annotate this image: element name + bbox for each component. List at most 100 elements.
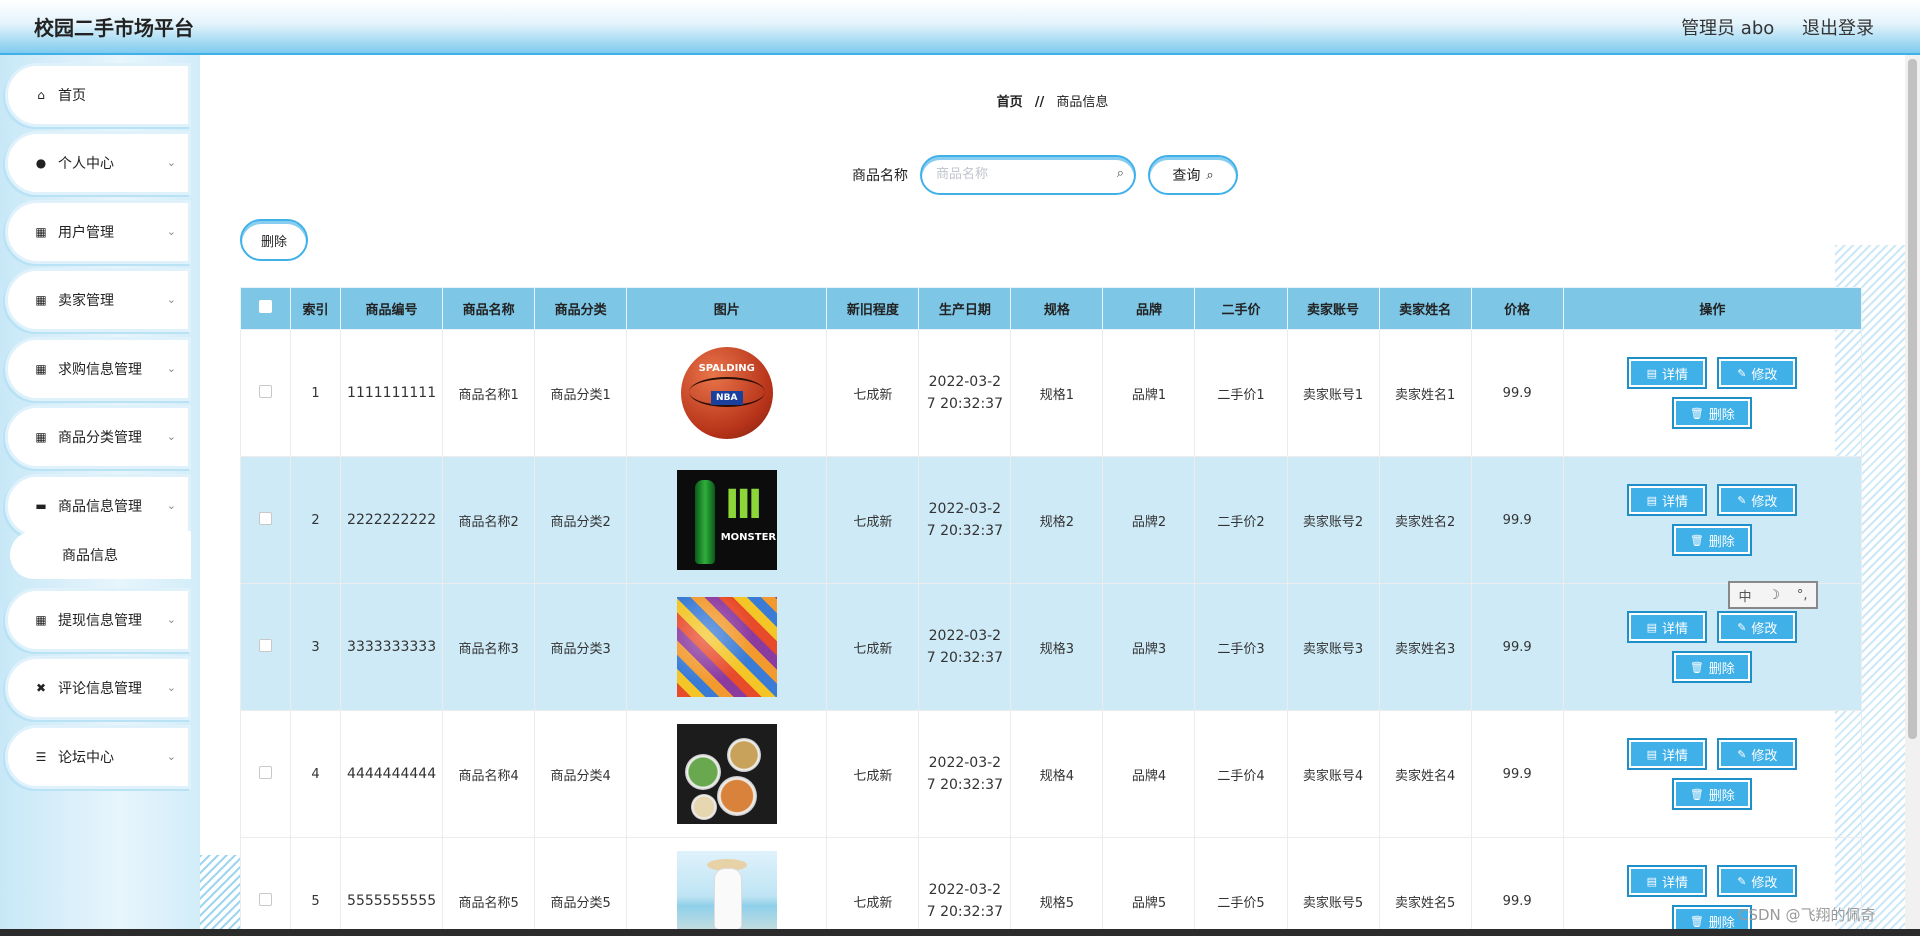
- watermark: CSDN @飞翔的佩奇: [1738, 906, 1876, 924]
- column-header: 品牌: [1102, 287, 1196, 330]
- date-value: 2022-03-27 20:32:37: [926, 374, 1003, 412]
- delete-label: 删除: [1708, 407, 1735, 423]
- sidebar-item-8[interactable]: ✖ 评论信息管理 ⌄: [5, 656, 191, 720]
- sidebar-item-label: 论坛中心: [58, 750, 114, 766]
- food-bowl: [690, 794, 717, 820]
- logout-link[interactable]: 退出登录: [1802, 18, 1874, 39]
- seller-account-value: 卖家账号2: [1302, 514, 1364, 530]
- query-button[interactable]: 查询 ⌕: [1148, 155, 1238, 195]
- sidebar-item-label: 个人中心: [58, 156, 114, 172]
- trash-icon: 🗑: [1689, 660, 1704, 674]
- edit-button[interactable]: ✎ 修改: [1717, 865, 1798, 897]
- sidebar-item-5[interactable]: ▦ 商品分类管理 ⌄: [5, 405, 191, 469]
- search-row: 商品名称 ⌕ 查询 ⌕: [852, 155, 1238, 195]
- scrollbar-thumb[interactable]: [1908, 59, 1917, 739]
- search-input[interactable]: [936, 157, 1106, 191]
- cell-seller-name: 卖家姓名2: [1378, 456, 1472, 584]
- ime-toolbar[interactable]: 中 ☽ °,: [1728, 581, 1818, 609]
- date-value: 2022-03-27 20:32:37: [926, 628, 1003, 666]
- pencil-icon: ✎: [1737, 747, 1747, 761]
- seller-name-value: 卖家姓名2: [1394, 514, 1456, 530]
- detail-button[interactable]: ▤ 详情: [1627, 611, 1708, 643]
- energy-drink-image[interactable]: Ⅲ MONSTER: [676, 470, 777, 570]
- column-header: 新旧程度: [826, 287, 920, 330]
- row-select-cell: [239, 329, 292, 457]
- sidebar-item-7[interactable]: ▦ 提现信息管理 ⌄: [5, 588, 191, 652]
- edit-button[interactable]: ✎ 修改: [1717, 484, 1798, 516]
- cell-condition: 七成新: [826, 329, 920, 457]
- sidebar-item-label: 商品信息管理: [58, 499, 142, 515]
- person-icon: ●: [35, 156, 47, 170]
- column-header: 商品分类: [534, 287, 628, 330]
- spec-value: 规格2: [1039, 514, 1075, 530]
- main-content: 首页 // 商品信息 商品名称 ⌕ 查询 ⌕ 删除 索引商品编号商品名称: [200, 55, 1905, 936]
- trash-icon: 🗑: [1689, 406, 1704, 420]
- edit-button[interactable]: ✎ 修改: [1717, 357, 1798, 389]
- sidebar-item-4[interactable]: ▦ 求购信息管理 ⌄: [5, 337, 191, 401]
- row-checkbox[interactable]: [259, 384, 272, 398]
- row-checkbox[interactable]: [259, 511, 272, 525]
- price-value: 99.9: [1502, 639, 1532, 655]
- sidebar-item-2[interactable]: ▦ 用户管理 ⌄: [5, 200, 191, 264]
- cell-price: 99.9: [1470, 456, 1564, 584]
- cell-code: 2222222222: [340, 456, 444, 584]
- sidebar-item-1[interactable]: ● 个人中心 ⌄: [5, 131, 191, 195]
- sidebar-item-9[interactable]: ☰ 论坛中心 ⌄: [5, 725, 191, 789]
- cell-name: 商品名称1: [442, 329, 536, 457]
- ime-punct[interactable]: °,: [1797, 588, 1808, 603]
- edit-label: 修改: [1751, 494, 1778, 510]
- edit-button[interactable]: ✎ 修改: [1717, 738, 1798, 770]
- batch-delete-button[interactable]: 删除: [240, 219, 308, 261]
- detail-button[interactable]: ▤ 详情: [1627, 484, 1708, 516]
- sidebar-subitem-product-info[interactable]: 商品信息: [10, 531, 191, 579]
- select-all-checkbox[interactable]: [259, 300, 272, 313]
- ime-lang[interactable]: 中: [1738, 586, 1751, 605]
- spec-value: 规格3: [1039, 641, 1075, 657]
- snacks-image[interactable]: [676, 597, 777, 697]
- cell-category: 商品分类2: [534, 456, 628, 584]
- index-value: 5: [311, 893, 320, 909]
- condition-value: 七成新: [853, 641, 893, 657]
- edit-button[interactable]: ✎ 修改: [1717, 611, 1798, 643]
- row-select-cell: [239, 583, 292, 711]
- cell-date: 2022-03-27 20:32:37: [918, 710, 1012, 838]
- delete-button[interactable]: 🗑 删除: [1672, 778, 1753, 810]
- basketball-image[interactable]: SPALDING NBA: [677, 343, 777, 443]
- beach-dress-image[interactable]: [676, 851, 777, 936]
- detail-button[interactable]: ▤ 详情: [1627, 865, 1708, 897]
- row-checkbox[interactable]: [259, 892, 272, 906]
- search-icon: ⌕: [1206, 167, 1214, 183]
- detail-button[interactable]: ▤ 详情: [1627, 357, 1708, 389]
- breadcrumb-current: 商品信息: [1056, 95, 1109, 110]
- sidebar-item-0[interactable]: ⌂ 首页: [5, 63, 191, 127]
- index-value: 3: [311, 639, 320, 655]
- row-checkbox[interactable]: [259, 638, 272, 652]
- sidebar-item-6[interactable]: ▬ 商品信息管理 ⌄: [5, 474, 191, 538]
- bottle: [694, 480, 715, 564]
- delete-button[interactable]: 🗑 删除: [1672, 397, 1753, 429]
- cell-index: 5: [290, 837, 342, 936]
- seller-account-value: 卖家账号5: [1302, 895, 1364, 911]
- table-row: 1 1111111111 商品名称1 商品分类1 SPALDING NBA 七成新 2022-…: [239, 329, 1863, 457]
- sidebar-item-3[interactable]: ▦ 卖家管理 ⌄: [5, 268, 191, 332]
- cell-date: 2022-03-27 20:32:37: [918, 837, 1012, 936]
- delete-button[interactable]: 🗑 删除: [1672, 524, 1753, 556]
- cell-seller-name: 卖家姓名1: [1378, 329, 1472, 457]
- cell-code: 1111111111: [340, 329, 444, 457]
- pencil-icon: ✎: [1737, 874, 1747, 888]
- delete-button[interactable]: 🗑 删除: [1672, 651, 1753, 683]
- detail-button[interactable]: ▤ 详情: [1627, 738, 1708, 770]
- cell-name: 商品名称2: [442, 456, 536, 584]
- ime-moon-icon[interactable]: ☽: [1768, 588, 1780, 603]
- code-value: 2222222222: [347, 512, 437, 528]
- cell-spec: 规格4: [1010, 710, 1104, 838]
- document-icon: ▤: [1646, 620, 1658, 634]
- edit-label: 修改: [1751, 875, 1778, 891]
- food-bowls-image[interactable]: [676, 724, 777, 824]
- cell-date: 2022-03-27 20:32:37: [918, 329, 1012, 457]
- sidebar-item-label: 卖家管理: [58, 293, 114, 309]
- edit-label: 修改: [1751, 621, 1778, 637]
- vertical-scrollbar[interactable]: [1905, 55, 1920, 936]
- row-checkbox[interactable]: [259, 765, 272, 779]
- breadcrumb-home[interactable]: 首页: [997, 95, 1023, 110]
